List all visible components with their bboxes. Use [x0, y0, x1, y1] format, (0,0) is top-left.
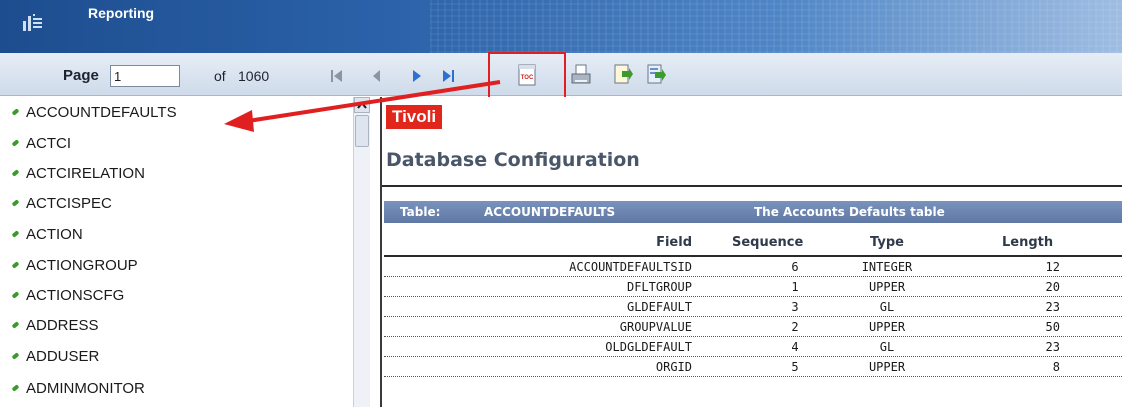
app-header: Reporting — [0, 0, 1122, 53]
toc-icon[interactable]: TOC — [516, 63, 538, 87]
toc-panel: ACCOUNTDEFAULTS ACTCI ACTCIRELATION ACTC… — [0, 97, 370, 407]
svg-text:TOC: TOC — [521, 75, 534, 81]
bullet-icon — [11, 384, 20, 392]
toc-item[interactable]: ACTIONSCFG — [11, 280, 124, 310]
scroll-up-button[interactable] — [354, 97, 370, 113]
bullet-icon — [11, 321, 20, 329]
table-row: ORGID 5 UPPER 8 — [382, 359, 1122, 377]
page-label: Page — [63, 67, 99, 84]
toc-item[interactable]: ACTCIRELATION — [11, 158, 145, 188]
previous-page-icon[interactable] — [368, 67, 386, 85]
toc-item[interactable]: ACCOUNTDEFAULTS — [11, 97, 177, 127]
app-title: Reporting — [88, 5, 155, 21]
bullet-icon — [11, 230, 20, 238]
tivoli-logo: Tivoli — [386, 105, 443, 129]
table-row: ACCOUNTDEFAULTSID 6 INTEGER 12 — [382, 259, 1122, 277]
table-description: The Accounts Defaults table — [754, 205, 945, 219]
column-header-type: Type — [870, 235, 904, 250]
table-row: GLDEFAULT 3 GL 23 — [382, 299, 1122, 317]
bullet-icon — [11, 199, 20, 207]
toc-item[interactable]: ACTIONGROUP — [11, 250, 138, 280]
title-divider — [382, 185, 1122, 187]
last-page-icon[interactable] — [440, 67, 458, 85]
bullet-icon — [11, 139, 20, 147]
page-number-input[interactable] — [110, 65, 180, 87]
toc-item[interactable]: ACTION — [11, 219, 83, 249]
bullet-icon — [11, 352, 20, 360]
toc-item[interactable]: ADDRESS — [11, 310, 99, 340]
table-name: ACCOUNTDEFAULTS — [484, 205, 616, 219]
export-data-icon[interactable] — [645, 63, 667, 87]
toc-scrollbar[interactable] — [353, 97, 370, 407]
print-icon[interactable] — [570, 63, 592, 87]
next-page-icon[interactable] — [408, 67, 426, 85]
scroll-thumb[interactable] — [355, 115, 369, 147]
report-app-icon — [23, 14, 42, 31]
report-viewer: Tivoli Database Configuration Table: ACC… — [380, 97, 1122, 407]
of-label: of — [214, 68, 226, 84]
toc-item[interactable]: ACTCISPEC — [11, 188, 112, 218]
first-page-icon[interactable] — [328, 67, 346, 85]
table-header-band: Table: ACCOUNTDEFAULTS The Accounts Defa… — [384, 201, 1122, 223]
toc-item[interactable]: ADMINMONITOR — [11, 373, 145, 403]
bullet-icon — [11, 108, 20, 116]
toc-item[interactable]: ADDUSER — [11, 341, 99, 371]
report-toolbar: Page of 1060 TOC — [0, 53, 1122, 96]
table-row: OLDGLDEFAULT 4 GL 23 — [382, 339, 1122, 357]
table-row: GROUPVALUE 2 UPPER 50 — [382, 319, 1122, 337]
table-row: DFLTGROUP 1 UPPER 20 — [382, 279, 1122, 297]
export-icon[interactable] — [612, 63, 634, 87]
header-divider — [384, 255, 1122, 257]
table-label: Table: — [400, 205, 441, 219]
bullet-icon — [11, 169, 20, 177]
bullet-icon — [11, 291, 20, 299]
bullet-icon — [11, 261, 20, 269]
report-title: Database Configuration — [386, 149, 640, 171]
toc-item[interactable]: ACTCI — [11, 128, 71, 158]
column-header-field: Field — [656, 235, 692, 250]
column-header-length: Length — [1002, 235, 1054, 250]
column-header-sequence: Sequence — [732, 235, 804, 250]
total-pages: 1060 — [238, 68, 270, 84]
chevron-up-icon — [357, 101, 367, 109]
